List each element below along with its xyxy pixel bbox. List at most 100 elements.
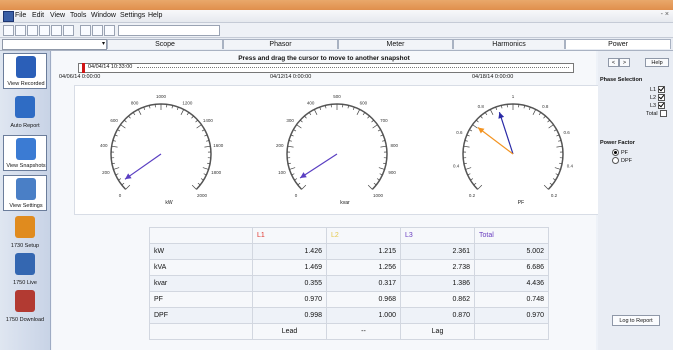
needle-arrowhead xyxy=(477,127,485,134)
sidebar-item-view-settings[interactable]: View Settings xyxy=(3,175,47,211)
gauge-tick xyxy=(121,182,125,186)
menu-file[interactable]: File xyxy=(15,12,26,19)
phase-l3-checkbox[interactable]: L3 xyxy=(650,102,666,109)
snapshot-icon[interactable] xyxy=(63,25,74,36)
gauge-tick xyxy=(532,109,537,115)
sidebar-item-label: 1750 Download xyxy=(5,317,45,323)
snapshots-icon xyxy=(16,138,36,160)
view-dropdown[interactable]: ▾ xyxy=(2,39,107,50)
right-panel: < > Help Phase Selection L1 L2 L3 Total … xyxy=(598,51,673,350)
help-button[interactable]: Help xyxy=(645,58,669,67)
menu-settings[interactable]: Settings xyxy=(120,12,145,19)
checkbox-box[interactable] xyxy=(658,94,666,101)
gauge-tick xyxy=(467,173,471,176)
pf-radio[interactable]: PF xyxy=(612,149,628,156)
menu-tools[interactable]: Tools xyxy=(70,12,86,19)
gauge-tick xyxy=(373,182,377,186)
gauge-tick-label: 0 xyxy=(295,193,298,198)
row-label: kvar xyxy=(149,275,253,292)
sidebar-item-auto-report[interactable]: Auto Report xyxy=(3,94,47,130)
copy-icon[interactable] xyxy=(39,25,50,36)
gauge-tick xyxy=(556,145,563,148)
checkbox-box[interactable] xyxy=(658,86,666,93)
checkbox-box[interactable] xyxy=(658,102,666,109)
open-icon[interactable] xyxy=(3,25,14,36)
sidebar-item-view-recorded[interactable]: View Recorded xyxy=(3,53,47,89)
gauge-tick xyxy=(378,167,385,170)
phase-l1-checkbox[interactable]: L1 xyxy=(650,86,666,93)
radio-button[interactable] xyxy=(612,149,619,156)
sidebar-item-1750-live[interactable]: 1750 Live xyxy=(3,251,47,287)
gauge-tick xyxy=(204,134,208,137)
sidebar-item-1730-setup[interactable]: 1730 Setup xyxy=(3,214,47,250)
paste-icon[interactable] xyxy=(51,25,62,36)
power-factor-title: Power Factor xyxy=(600,140,635,146)
gauge-tick xyxy=(201,129,205,132)
gauge-tick xyxy=(191,115,194,119)
gauge-tick xyxy=(196,124,202,129)
menu-help[interactable]: Help xyxy=(148,12,162,19)
gauge-tick xyxy=(287,145,294,148)
window-controls[interactable]: - × xyxy=(661,11,669,18)
menu-view[interactable]: View xyxy=(50,12,65,19)
sidebar-item-view-snapshots[interactable]: View Snapshots xyxy=(3,135,47,171)
tab-meter[interactable]: Meter xyxy=(338,39,453,49)
timeline-track xyxy=(137,67,569,68)
gauge-tick xyxy=(313,109,318,115)
sidebar-item-1750-download[interactable]: 1750 Download xyxy=(3,288,47,324)
gauge-tick-label: 200 xyxy=(102,170,110,175)
sidebar-item-label: 1730 Setup xyxy=(10,243,40,249)
table-row: kW 1.426 1.215 2.361 5.002 xyxy=(149,243,549,260)
row-label: DPF xyxy=(149,307,253,324)
settings-icon[interactable] xyxy=(92,25,103,36)
tab-phasor[interactable]: Phasor xyxy=(223,39,338,49)
gauge-tick xyxy=(489,109,494,115)
table-row: Lead -- Lag xyxy=(149,323,549,340)
gauge-unit-label: kvar xyxy=(340,200,350,206)
toolbar-dropdown[interactable] xyxy=(118,25,220,36)
gauge-tick xyxy=(308,112,312,116)
cell-value: 1.000 xyxy=(326,307,401,324)
tab-scope[interactable]: Scope xyxy=(107,39,223,49)
gauge-needle xyxy=(124,153,162,180)
cell-value: 0.998 xyxy=(252,307,327,324)
pointer-icon[interactable] xyxy=(104,25,115,36)
print-icon[interactable] xyxy=(27,25,38,36)
gauge-tick xyxy=(301,184,307,190)
gauge-tick-label: 0.8 xyxy=(478,104,485,109)
gauge-tick xyxy=(554,167,561,170)
tab-harmonics[interactable]: Harmonics xyxy=(453,39,565,49)
cell-value: 1.256 xyxy=(326,259,401,276)
gauge-tick-label: 900 xyxy=(388,170,396,175)
gauge-tick-label: 800 xyxy=(131,100,139,105)
checkbox-box[interactable] xyxy=(659,110,667,117)
gauge-tick xyxy=(553,129,557,132)
next-snapshot-button[interactable]: > xyxy=(619,58,630,67)
phase-l2-checkbox[interactable]: L2 xyxy=(650,94,666,101)
app-window: File Edit View Tools Window Settings Hel… xyxy=(0,0,673,350)
gauge-tick xyxy=(137,109,142,115)
gauge-tick xyxy=(115,173,119,176)
timeline-cursor[interactable] xyxy=(82,63,85,73)
radio-label: PF xyxy=(621,149,629,156)
checkbox-label: L1 xyxy=(650,86,657,93)
gauge-tick xyxy=(294,178,298,181)
gauge-tick xyxy=(362,112,366,116)
dpf-radio[interactable]: DPF xyxy=(612,157,632,164)
gauge-tick xyxy=(477,184,483,190)
needle-arrowhead xyxy=(300,172,307,178)
menu-window[interactable]: Window xyxy=(91,12,116,19)
phase-total-checkbox[interactable]: Total xyxy=(646,110,667,117)
row-label: PF xyxy=(149,291,253,308)
menu-edit[interactable]: Edit xyxy=(32,12,44,19)
snapshot-timeline[interactable]: 04/04/14 10:33:00 xyxy=(78,63,574,73)
log-to-report-button[interactable]: Log to Report xyxy=(612,315,660,326)
table-row: PF 0.970 0.968 0.862 0.748 xyxy=(149,291,549,308)
cell-value: 5.002 xyxy=(474,243,549,260)
previous-snapshot-button[interactable]: < xyxy=(608,58,619,67)
tab-power[interactable]: Power xyxy=(565,39,671,49)
gauge-tick xyxy=(463,145,470,148)
export-icon[interactable] xyxy=(80,25,91,36)
save-icon[interactable] xyxy=(15,25,26,36)
radio-button[interactable] xyxy=(612,157,619,164)
